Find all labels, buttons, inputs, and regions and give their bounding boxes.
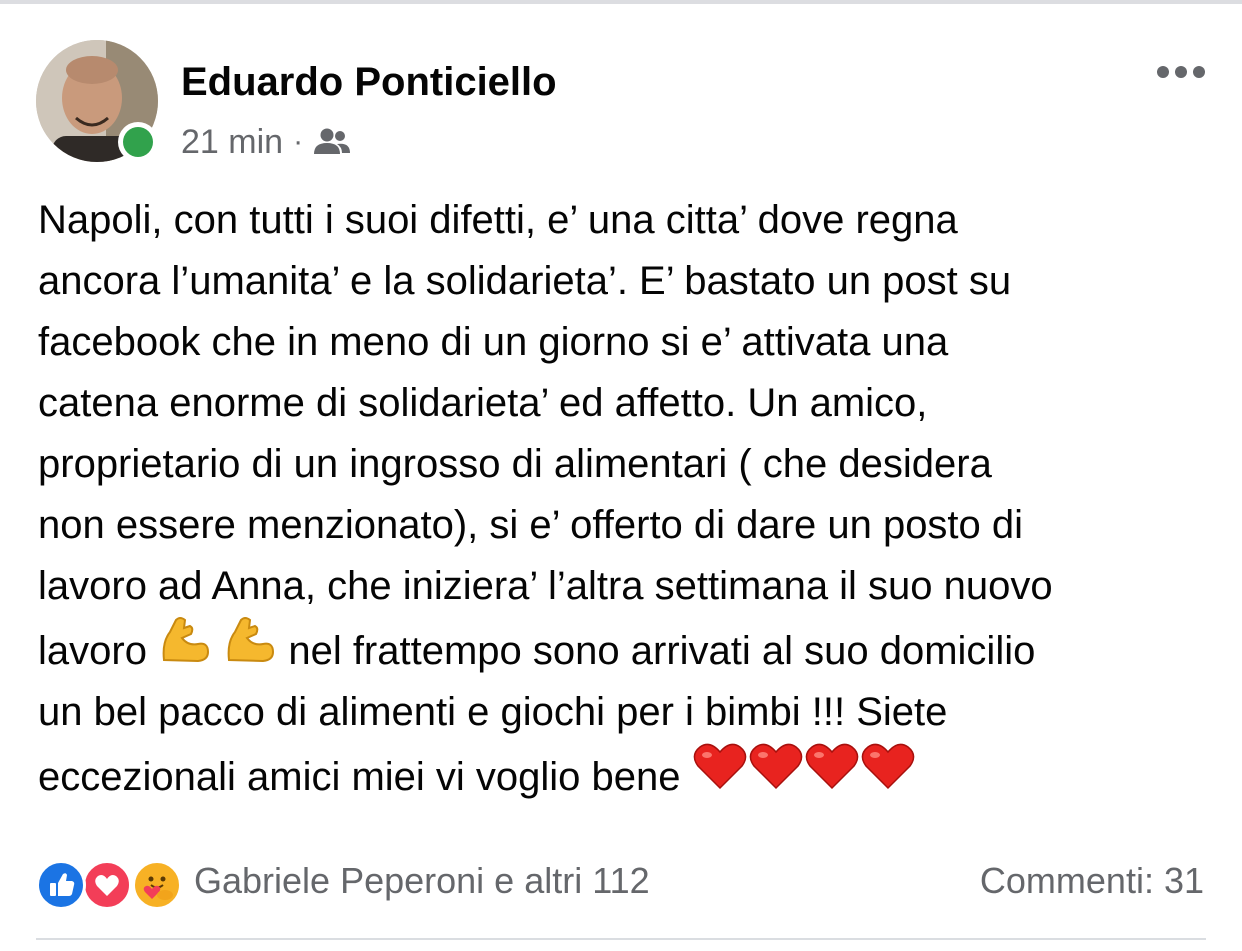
meta-separator: · bbox=[293, 125, 304, 158]
red-heart-icon bbox=[860, 741, 916, 809]
care-icon bbox=[132, 860, 182, 910]
post-text-fragment: lavoro bbox=[38, 629, 147, 673]
post-text-line: catena enorme di solidarieta’ ed affetto… bbox=[38, 381, 928, 425]
online-status-indicator bbox=[118, 122, 158, 162]
post-text-line: lavoro nel frattempo sono arrivati al su… bbox=[38, 617, 1228, 682]
top-divider bbox=[0, 0, 1242, 4]
post-text-line: eccezionali amici miei vi voglio bene bbox=[38, 743, 1228, 808]
post-body: Napoli, con tutti i suoi difetti, e’ una… bbox=[38, 190, 1228, 809]
post-text-fragment: eccezionali amici miei vi voglio bene bbox=[38, 755, 681, 800]
post-text-line: Napoli, con tutti i suoi difetti, e’ una… bbox=[38, 198, 958, 242]
post-text-line: proprietario di un ingrosso di alimentar… bbox=[38, 442, 992, 486]
post-text-line: facebook che in meno di un giorno si e’ … bbox=[38, 320, 949, 364]
comments-count[interactable]: Commenti: 31 bbox=[980, 855, 1204, 907]
more-dot bbox=[1175, 66, 1187, 78]
bottom-divider bbox=[36, 938, 1206, 940]
post-text-line: lavoro ad Anna, che iniziera’ l’altra se… bbox=[38, 564, 1053, 608]
reaction-summary-text[interactable]: Gabriele Peperoni e altri 112 bbox=[194, 860, 650, 902]
more-dot bbox=[1157, 66, 1169, 78]
reaction-icons bbox=[36, 856, 184, 910]
post-text-line: non essere menzionato), si e’ offerto di… bbox=[38, 503, 1024, 547]
post-text-line: un bel pacco di alimenti e giochi per i … bbox=[38, 690, 948, 735]
post-text-line: ancora l’umanita’ e la solidarieta’. E’ … bbox=[38, 259, 1012, 303]
friends-icon[interactable] bbox=[313, 127, 351, 157]
love-icon bbox=[82, 860, 132, 910]
red-heart-icon bbox=[748, 741, 804, 809]
red-heart-icon bbox=[804, 741, 860, 809]
post-meta: 21 min · bbox=[181, 120, 351, 164]
post-timestamp[interactable]: 21 min bbox=[181, 123, 283, 162]
more-dot bbox=[1193, 66, 1205, 78]
flexed-biceps-icon bbox=[223, 614, 277, 682]
like-icon bbox=[36, 860, 86, 910]
more-options-icon[interactable] bbox=[1148, 52, 1214, 92]
reactions-summary[interactable]: Gabriele Peperoni e altri 112 bbox=[36, 855, 650, 910]
post-author-name[interactable]: Eduardo Ponticiello bbox=[181, 58, 557, 106]
post-text-fragment: nel frattempo sono arrivati al suo domic… bbox=[288, 629, 1036, 673]
red-heart-icon bbox=[692, 741, 748, 809]
flexed-biceps-icon bbox=[158, 614, 212, 682]
